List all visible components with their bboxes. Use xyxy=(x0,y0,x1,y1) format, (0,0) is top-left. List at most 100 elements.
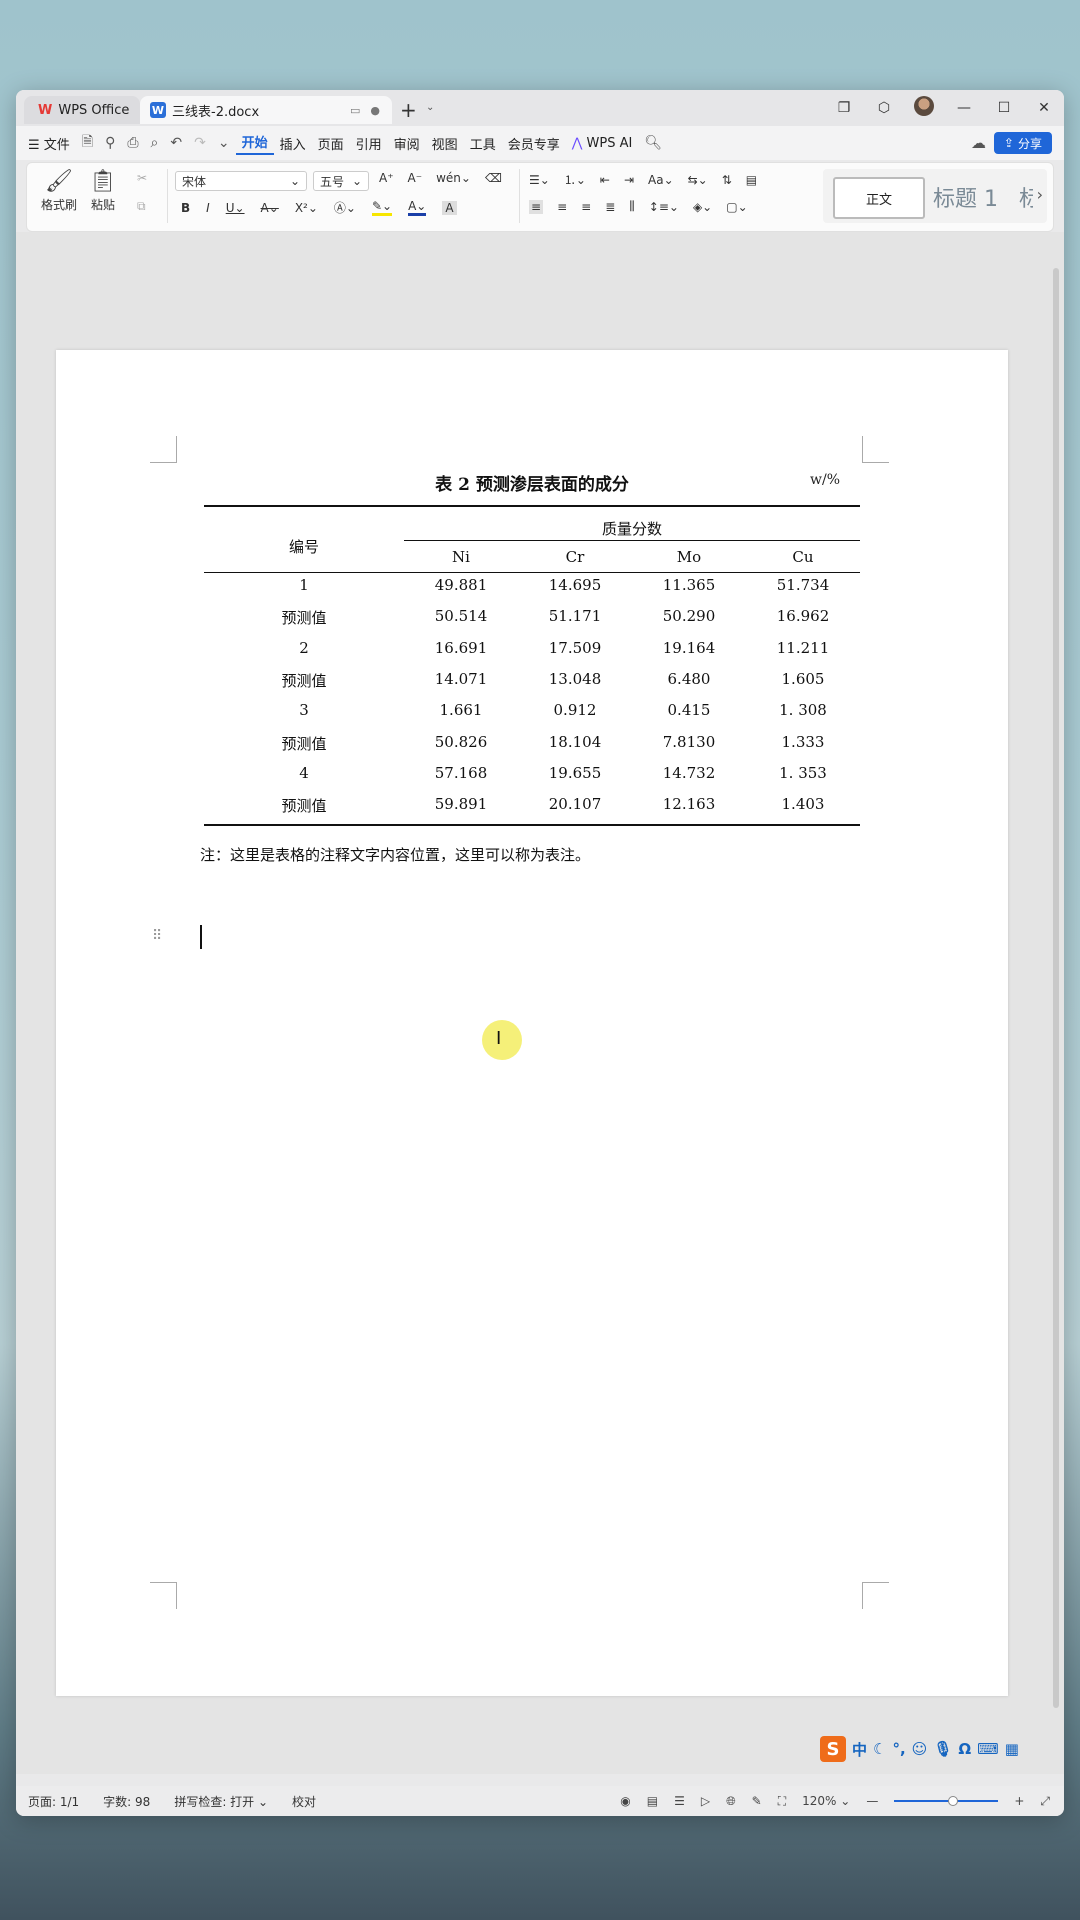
tab-references[interactable]: 引用 xyxy=(350,134,388,153)
more-chevron-icon[interactable]: ⌄ xyxy=(212,135,236,151)
web-view-icon[interactable]: 🌐︎ xyxy=(726,1794,736,1809)
file-menu[interactable]: ☰ 文件 xyxy=(16,134,76,153)
style-heading1[interactable]: 标题 1 xyxy=(933,181,998,213)
grow-font-icon[interactable]: A⁺ xyxy=(379,171,394,185)
format-painter-button[interactable]: 🖌︎ 格式刷 xyxy=(41,169,77,213)
tab-tools[interactable]: 工具 xyxy=(464,134,502,153)
status-spellcheck[interactable]: 拼写检查: 打开 ⌄ xyxy=(162,1793,280,1810)
align-left-icon[interactable]: ≡ xyxy=(529,199,544,214)
decrease-indent-icon[interactable]: ⇤ xyxy=(600,173,610,187)
close-button[interactable]: ✕ xyxy=(1024,100,1064,116)
zoom-slider[interactable] xyxy=(894,1796,999,1806)
link-icon[interactable]: ⚲ xyxy=(99,135,121,151)
print-preview-icon[interactable]: ⌕ xyxy=(145,135,165,151)
underline-icon[interactable]: U⌄ xyxy=(226,201,245,215)
minimize-button[interactable]: — xyxy=(944,100,984,116)
fullscreen-icon[interactable]: ⤢ xyxy=(1040,1794,1050,1809)
pen-icon[interactable]: ✎ xyxy=(752,1794,762,1808)
line-spacing-icon[interactable]: ↕≡⌄ xyxy=(649,200,679,214)
page-view-icon[interactable]: ▤ xyxy=(647,1794,658,1808)
bullets-icon[interactable]: ☰⌄ xyxy=(529,173,550,187)
border-icon[interactable]: ▢⌄ xyxy=(726,200,747,214)
align-right-icon[interactable]: ≡ xyxy=(581,200,591,214)
status-proof[interactable]: 校对 xyxy=(280,1793,328,1810)
tab-screen-icon[interactable]: ▭ xyxy=(350,104,360,117)
tab-member[interactable]: 会员专享 xyxy=(502,134,566,153)
style-heading2[interactable]: 标 xyxy=(1019,181,1033,213)
print-icon[interactable]: ⎙ xyxy=(121,135,144,151)
box-icon[interactable]: ⬡ xyxy=(864,100,904,116)
case-icon[interactable]: Aa⌄ xyxy=(648,173,674,187)
char-shading-icon[interactable]: A xyxy=(442,200,457,215)
search-icon[interactable]: 🔍︎ xyxy=(638,135,668,151)
tab-document[interactable]: W 三线表-2.docx ▭ ● xyxy=(140,96,392,124)
font-name-select[interactable]: 宋体 ⌄ xyxy=(175,171,307,191)
tab-view[interactable]: 视图 xyxy=(426,134,464,153)
text-effect-icon[interactable]: Ⓐ⌄ xyxy=(334,199,356,216)
align-center-icon[interactable]: ≡ xyxy=(557,200,567,214)
outline-view-icon[interactable]: ☰ xyxy=(674,1794,685,1808)
strikethrough-icon[interactable]: A⌄ xyxy=(261,201,279,215)
undo-icon[interactable]: ↶ xyxy=(164,135,188,151)
style-normal[interactable]: 正文 xyxy=(833,177,925,219)
sogou-logo-icon[interactable]: S xyxy=(820,1736,846,1762)
numbering-icon[interactable]: ⒈⌄ xyxy=(564,171,586,188)
bold-icon[interactable]: B xyxy=(181,201,190,215)
keyboard-icon[interactable]: ⌨ xyxy=(977,1740,999,1758)
grid-icon[interactable]: ▦ xyxy=(1005,1740,1019,1758)
italic-icon[interactable]: I xyxy=(206,201,210,215)
mic-icon[interactable]: 🎙︎ xyxy=(933,1740,952,1758)
tab-home[interactable]: 开始 xyxy=(235,132,274,155)
paste-button[interactable]: 📋︎ 粘贴 xyxy=(89,169,117,213)
cloud-upload-icon[interactable]: ☁ xyxy=(971,134,986,152)
eye-icon[interactable]: ◉ xyxy=(620,1794,630,1808)
distribute-icon[interactable]: ⫼ xyxy=(629,199,635,214)
table-lines-icon[interactable]: ▤ xyxy=(746,173,757,187)
table-column-header: Cu xyxy=(792,548,814,566)
tab-review[interactable]: 审阅 xyxy=(388,134,426,153)
chevron-right-icon[interactable]: › xyxy=(1037,185,1043,204)
zoom-in-icon[interactable]: + xyxy=(1014,1794,1024,1808)
redo-icon[interactable]: ↷ xyxy=(188,135,212,151)
drag-handle-icon[interactable]: ⠿ xyxy=(152,928,162,944)
new-tab-button[interactable]: + xyxy=(400,98,417,122)
copy-icon[interactable]: ⧉ xyxy=(137,199,146,214)
zoom-out-icon[interactable]: — xyxy=(866,1794,878,1808)
wps-ai-button[interactable]: ⋀ WPS AI xyxy=(566,136,639,151)
status-page[interactable]: 页面: 1/1 xyxy=(16,1793,91,1810)
clear-format-icon[interactable]: ⌫ xyxy=(485,171,502,185)
superscript-icon[interactable]: X²⌄ xyxy=(295,201,318,215)
sort-icon[interactable]: ⇅ xyxy=(722,173,732,187)
cut-icon[interactable]: ✂ xyxy=(137,171,147,185)
tab-page[interactable]: 页面 xyxy=(312,134,350,153)
phonetic-icon[interactable]: wén⌄ xyxy=(436,171,471,185)
font-color-icon[interactable]: A⌄ xyxy=(408,199,427,216)
text-direction-icon[interactable]: ⇆⌄ xyxy=(688,173,708,187)
zoom-level[interactable]: 120% ⌄ xyxy=(802,1794,850,1808)
status-words[interactable]: 字数: 98 xyxy=(91,1793,162,1810)
document-page[interactable]: 表 2 预测渗层表面的成分 w/% 编号 质量分数 Ni Cr Mo Cu 1 49.8… xyxy=(56,350,1008,1696)
justify-icon[interactable]: ≣ xyxy=(605,200,615,214)
maximize-button[interactable]: ☐ xyxy=(984,100,1024,116)
font-size-select[interactable]: 五号 ⌄ xyxy=(313,171,369,191)
play-icon[interactable]: ▷ xyxy=(701,1794,710,1808)
vertical-scrollbar[interactable] xyxy=(1052,242,1060,1766)
ime-mode[interactable]: 中 xyxy=(852,1739,867,1760)
fit-icon[interactable]: ⛶ xyxy=(778,1794,786,1809)
tab-insert[interactable]: 插入 xyxy=(274,134,312,153)
shrink-font-icon[interactable]: A⁻ xyxy=(408,171,423,185)
save-icon[interactable]: 🗎 xyxy=(76,131,99,155)
punct-icon[interactable]: °, xyxy=(892,1740,905,1758)
highlight-color-icon[interactable]: ✎⌄ xyxy=(371,199,393,216)
omega-icon[interactable]: Ω xyxy=(958,1740,971,1758)
increase-indent-icon[interactable]: ⇥ xyxy=(624,173,634,187)
shading-icon[interactable]: ◈⌄ xyxy=(693,200,712,214)
tab-wps-office[interactable]: W WPS Office xyxy=(24,96,140,124)
table-cell: 1.605 xyxy=(781,670,825,688)
emoji-icon[interactable]: ☺ xyxy=(912,1740,928,1758)
moon-icon[interactable]: ☾ xyxy=(873,1740,886,1758)
restore-icon[interactable]: ❐ xyxy=(824,100,864,116)
chevron-down-icon[interactable]: ⌄ xyxy=(426,102,434,113)
avatar[interactable] xyxy=(904,96,944,120)
share-button[interactable]: ⇪ 分享 xyxy=(993,132,1052,154)
